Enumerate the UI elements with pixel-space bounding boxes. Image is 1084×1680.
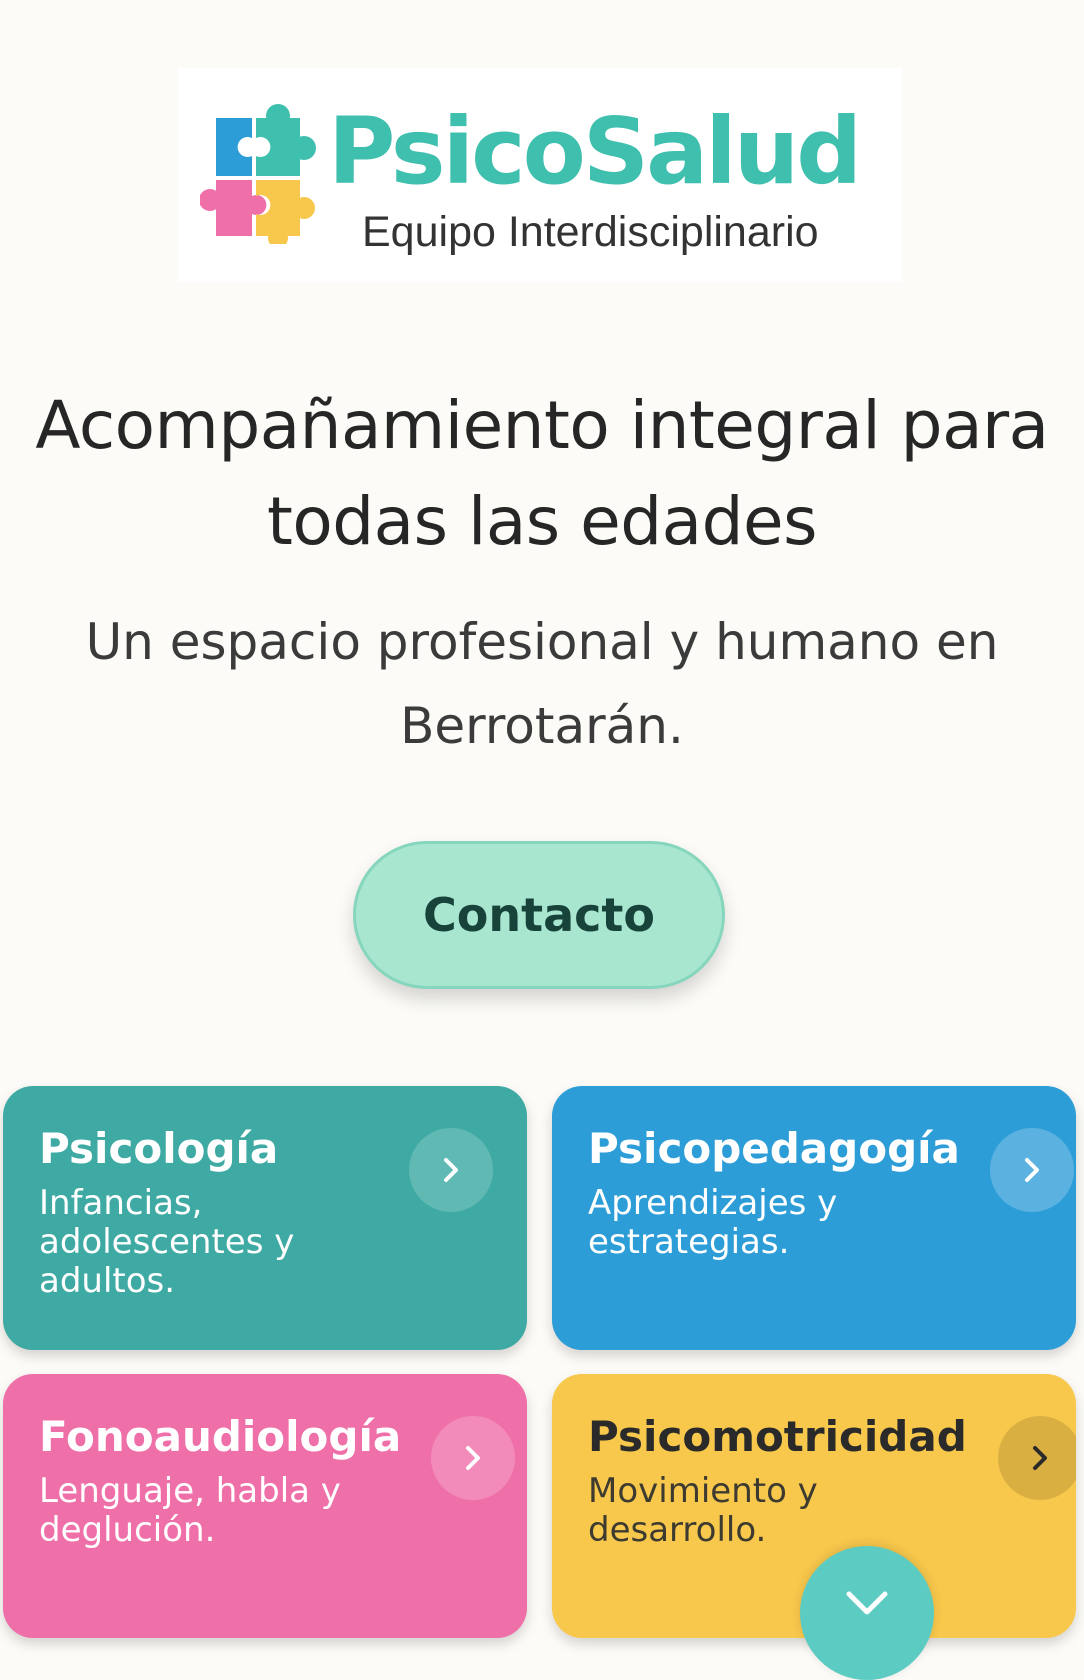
service-card-psicologia[interactable]: Psicología Infancias, adolescentes y adu… bbox=[3, 1086, 527, 1350]
logo-name: PsicoSalud bbox=[328, 98, 862, 205]
service-card-psicopedagogia[interactable]: Psicopedagogía Aprendizajes y estrategia… bbox=[552, 1086, 1076, 1350]
logo-tagline: Equipo Interdisciplinario bbox=[362, 208, 819, 256]
service-card-description: Movimiento y desarrollo. bbox=[588, 1471, 818, 1550]
logo: PsicoSalud Equipo Interdisciplinario bbox=[178, 68, 902, 282]
hero-title: Acompañamiento integral para todas las e… bbox=[35, 387, 1049, 560]
chevron-right-icon[interactable] bbox=[409, 1128, 493, 1212]
service-card-fonoaudiologia[interactable]: Fonoaudiología Lenguaje, habla y degluci… bbox=[3, 1374, 527, 1638]
service-card-description: Infancias, adolescentes y adultos. bbox=[39, 1183, 295, 1301]
service-card-description: Lenguaje, habla y deglución. bbox=[39, 1471, 341, 1550]
service-card-description: Aprendizajes y estrategias. bbox=[588, 1183, 838, 1262]
puzzle-icon bbox=[200, 104, 316, 244]
chevron-right-icon[interactable] bbox=[990, 1128, 1074, 1212]
contact-button[interactable]: Contacto bbox=[353, 841, 725, 989]
chevron-down-icon bbox=[846, 1591, 888, 1615]
chevron-right-icon[interactable] bbox=[998, 1416, 1076, 1500]
chevron-right-icon[interactable] bbox=[431, 1416, 515, 1500]
hero-subtitle: Un espacio profesional y humano en Berro… bbox=[85, 613, 999, 755]
